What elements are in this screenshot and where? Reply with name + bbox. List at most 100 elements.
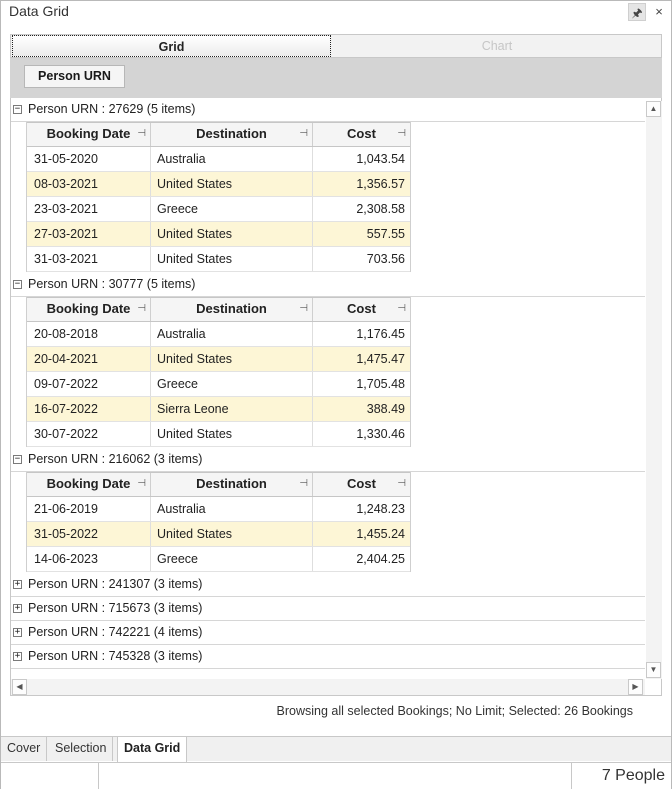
destination-cell: Greece <box>151 197 313 221</box>
table-row[interactable]: 20-08-2018 Australia 1,176.45 <box>27 322 410 347</box>
close-icon[interactable]: × <box>650 3 668 21</box>
destination-cell: United States <box>151 172 313 196</box>
booking-date-cell: 21-06-2019 <box>27 497 151 521</box>
group-row[interactable]: + Person URN : 742221 (4 items) <box>11 621 645 645</box>
column-pin-icon[interactable]: ⊣ <box>397 473 406 495</box>
column-header-cost[interactable]: Cost ⊣ <box>313 473 410 496</box>
group-label: Person URN : 742221 (4 items) <box>28 625 203 639</box>
group-label: Person URN : 241307 (3 items) <box>28 577 203 591</box>
group-row[interactable]: + Person URN : 715673 (3 items) <box>11 597 645 621</box>
collapse-icon[interactable]: − <box>13 105 22 114</box>
group-row[interactable]: + Person URN : 745328 (3 items) <box>11 645 645 669</box>
vertical-scrollbar[interactable]: ▲ ▼ <box>646 101 662 679</box>
table-row[interactable]: 14-06-2023 Greece 2,404.25 <box>27 547 410 572</box>
group-by-panel: Person URN <box>10 58 662 98</box>
group-label: Person URN : 715673 (3 items) <box>28 601 203 615</box>
cost-cell: 1,330.46 <box>356 427 405 441</box>
destination-cell: Australia <box>151 497 313 521</box>
tab-chart[interactable]: Chart <box>333 35 661 57</box>
column-pin-icon[interactable]: ⊣ <box>137 298 146 320</box>
selection-status: Browsing all selected Bookings; No Limit… <box>276 704 633 718</box>
bottom-tab-selection[interactable]: Selection <box>49 737 114 761</box>
column-header-label: Destination <box>196 126 267 141</box>
table-row[interactable]: 21-06-2019 Australia 1,248.23 <box>27 497 410 522</box>
group-row[interactable]: + Person URN : 241307 (3 items) <box>11 573 645 597</box>
column-pin-icon[interactable]: ⊣ <box>397 298 406 320</box>
cost-cell: 1,248.23 <box>356 502 405 516</box>
booking-date-cell: 09-07-2022 <box>27 372 151 396</box>
expand-icon[interactable]: + <box>13 580 22 589</box>
table-row[interactable]: 31-03-2021 United States 703.56 <box>27 247 410 272</box>
group-row[interactable]: − Person URN : 30777 (5 items) <box>11 273 645 297</box>
column-header-destination[interactable]: Destination ⊣ <box>151 298 313 321</box>
booking-date-cell: 14-06-2023 <box>27 547 151 571</box>
column-header-cost[interactable]: Cost ⊣ <box>313 123 410 146</box>
cost-cell: 2,308.58 <box>356 202 405 216</box>
booking-date-cell: 23-03-2021 <box>27 197 151 221</box>
cost-cell: 1,475.47 <box>356 352 405 366</box>
table-row[interactable]: 16-07-2022 Sierra Leone 388.49 <box>27 397 410 422</box>
column-header-booking-date[interactable]: Booking Date ⊣ <box>27 298 151 321</box>
horizontal-scrollbar[interactable]: ◀ ▶ <box>11 679 645 695</box>
booking-date-cell: 08-03-2021 <box>27 172 151 196</box>
status-cell <box>99 763 572 789</box>
table-row[interactable]: 30-07-2022 United States 1,330.46 <box>27 422 410 447</box>
table-row[interactable]: 31-05-2020 Australia 1,043.54 <box>27 147 410 172</box>
table-row[interactable]: 27-03-2021 United States 557.55 <box>27 222 410 247</box>
scroll-up-icon[interactable]: ▲ <box>646 101 661 117</box>
cost-cell: 1,176.45 <box>356 327 405 341</box>
destination-cell: United States <box>151 347 313 371</box>
table-row[interactable]: 20-04-2021 United States 1,475.47 <box>27 347 410 372</box>
table-row[interactable]: 09-07-2022 Greece 1,705.48 <box>27 372 410 397</box>
window-title: Data Grid <box>9 3 69 19</box>
column-header-label: Cost <box>347 476 376 491</box>
bottom-tab-data-grid[interactable]: Data Grid <box>117 737 188 762</box>
booking-date-cell: 31-05-2022 <box>27 522 151 546</box>
column-pin-icon[interactable]: ⊣ <box>299 298 308 320</box>
scroll-left-icon[interactable]: ◀ <box>12 679 27 695</box>
collapse-icon[interactable]: − <box>13 455 22 464</box>
column-pin-icon[interactable]: ⊣ <box>137 473 146 495</box>
group-row[interactable]: − Person URN : 27629 (5 items) <box>11 98 645 122</box>
column-header-cost[interactable]: Cost ⊣ <box>313 298 410 321</box>
people-count: 7 People <box>601 767 665 784</box>
column-pin-icon[interactable]: ⊣ <box>397 123 406 145</box>
column-header-row: Booking Date ⊣ Destination ⊣ Cost ⊣ <box>27 297 410 322</box>
column-header-row: Booking Date ⊣ Destination ⊣ Cost ⊣ <box>27 122 410 147</box>
table-row[interactable]: 31-05-2022 United States 1,455.24 <box>27 522 410 547</box>
expand-icon[interactable]: + <box>13 628 22 637</box>
tab-grid[interactable]: Grid <box>12 35 331 57</box>
group-label: Person URN : 216062 (3 items) <box>28 452 203 466</box>
group-label: Person URN : 745328 (3 items) <box>28 649 203 663</box>
scroll-right-icon[interactable]: ▶ <box>628 679 643 695</box>
destination-cell: United States <box>151 247 313 271</box>
collapse-icon[interactable]: − <box>13 280 22 289</box>
detail-table: Booking Date ⊣ Destination ⊣ Cost ⊣ 31-05-2020… <box>26 122 411 272</box>
scroll-down-icon[interactable]: ▼ <box>646 662 661 678</box>
pin-icon[interactable]: 🖈 <box>628 3 646 21</box>
column-pin-icon[interactable]: ⊣ <box>299 473 308 495</box>
expand-icon[interactable]: + <box>13 604 22 613</box>
column-header-booking-date[interactable]: Booking Date ⊣ <box>27 473 151 496</box>
table-row[interactable]: 08-03-2021 United States 1,356.57 <box>27 172 410 197</box>
group-label: Person URN : 27629 (5 items) <box>28 102 196 116</box>
column-header-booking-date[interactable]: Booking Date ⊣ <box>27 123 151 146</box>
booking-date-cell: 27-03-2021 <box>27 222 151 246</box>
column-pin-icon[interactable]: ⊣ <box>137 123 146 145</box>
group-label: Person URN : 30777 (5 items) <box>28 277 196 291</box>
column-header-destination[interactable]: Destination ⊣ <box>151 473 313 496</box>
destination-cell: Greece <box>151 547 313 571</box>
bottom-tab-cover[interactable]: Cover <box>1 737 48 761</box>
destination-cell: Australia <box>151 147 313 171</box>
data-grid: − Person URN : 27629 (5 items) Booking Dat… <box>10 98 662 696</box>
group-by-person-urn-chip[interactable]: Person URN <box>24 65 125 88</box>
group-row[interactable]: − Person URN : 216062 (3 items) <box>11 448 645 472</box>
column-header-label: Cost <box>347 126 376 141</box>
table-row[interactable]: 23-03-2021 Greece 2,308.58 <box>27 197 410 222</box>
expand-icon[interactable]: + <box>13 652 22 661</box>
cost-cell: 557.55 <box>366 227 405 241</box>
column-header-destination[interactable]: Destination ⊣ <box>151 123 313 146</box>
column-pin-icon[interactable]: ⊣ <box>299 123 308 145</box>
status-bar: 7 People <box>1 762 671 789</box>
view-tabs: Grid Chart <box>10 34 662 58</box>
